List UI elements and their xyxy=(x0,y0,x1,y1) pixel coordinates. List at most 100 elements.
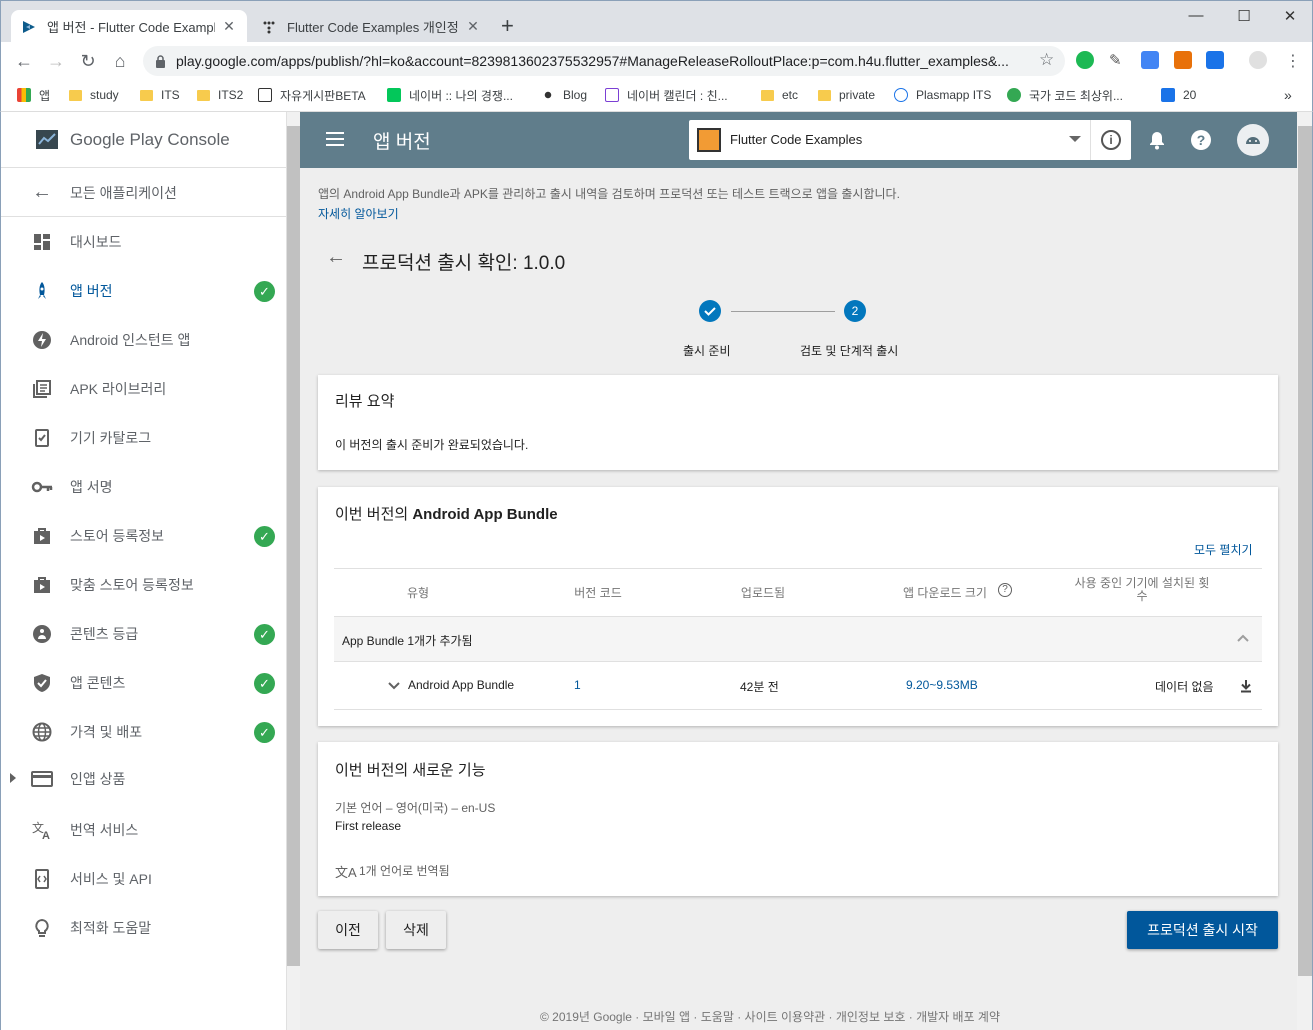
logo-text: Google Play Console xyxy=(70,129,230,149)
bookmark-its[interactable]: ITS xyxy=(140,85,180,105)
sidebar-item-1[interactable]: 대시보드 xyxy=(1,218,287,266)
delete-button[interactable]: 삭제 xyxy=(386,911,446,949)
expand-all-link[interactable]: 모두 펼치기 xyxy=(1194,541,1253,558)
sidebar-item-label: APK 라이브러리 xyxy=(70,381,167,397)
card-icon xyxy=(31,768,53,790)
forward-arrow-icon[interactable]: → xyxy=(45,50,67,72)
sidebar-item-11[interactable]: 가격 및 배포 ✓ xyxy=(1,708,287,756)
bookmark-label: private xyxy=(839,88,876,102)
back-arrow-icon[interactable]: ← xyxy=(13,50,35,72)
sidebar-item-9[interactable]: 콘텐츠 등급 ✓ xyxy=(1,610,287,658)
bookmark-blog[interactable]: Blog xyxy=(541,85,587,105)
calendar-icon xyxy=(605,88,619,102)
header-installs: 사용 중인 기기에 설치된 횟수 xyxy=(1074,576,1210,603)
hamburger-menu-icon[interactable] xyxy=(325,129,345,149)
bundle-group-row[interactable]: App Bundle 1개가 추가됨 xyxy=(334,616,1262,662)
footer-links[interactable]: © 2019년 Google · 모바일 앱 · 도움말 · 사이트 이용약관 … xyxy=(540,1008,1000,1025)
bookmark-its2[interactable]: ITS2 xyxy=(197,85,243,105)
star-icon[interactable]: ☆ xyxy=(1039,50,1054,70)
step1-check-icon xyxy=(699,300,721,322)
home-icon[interactable]: ⌂ xyxy=(109,50,131,72)
whats-new-language: 기본 언어 – 영어(미국) – en-US xyxy=(335,801,496,815)
maximize-button[interactable]: ☐ xyxy=(1234,7,1254,27)
folder-icon xyxy=(140,89,153,101)
cell-download-size[interactable]: 9.20~9.53MB xyxy=(906,678,978,692)
sidebar-item-15[interactable]: 최적화 도움말 xyxy=(1,904,287,952)
bookmark-study[interactable]: study xyxy=(69,85,119,105)
account-avatar-icon[interactable] xyxy=(1237,124,1269,156)
scrollbar-thumb[interactable] xyxy=(1298,126,1312,976)
learn-more-link[interactable]: 자세히 알아보기 xyxy=(318,205,399,222)
browser-tab[interactable]: Flutter Code Examples 개인정보 ✕ xyxy=(251,10,491,43)
browser-tab-active[interactable]: 앱 버전 - Flutter Code Examples ✕ xyxy=(11,10,247,43)
bookmark-board[interactable]: 자유게시판BETA xyxy=(258,85,366,105)
bookmark-private[interactable]: private xyxy=(818,85,875,105)
bookmark-calendar[interactable]: 네이버 캘린더 : 친... xyxy=(605,85,728,105)
extension-ex-icon[interactable] xyxy=(1174,51,1192,69)
browser-menu-icon[interactable]: ⋮ xyxy=(1284,51,1302,70)
sidebar-item-10[interactable]: 앱 콘텐츠 ✓ xyxy=(1,659,287,707)
help-circle-icon[interactable]: ? xyxy=(998,583,1012,597)
tab-strip: 앱 버전 - Flutter Code Examples ✕ Flutter C… xyxy=(0,0,1313,43)
main-scrollbar[interactable] xyxy=(1297,112,1313,1030)
chevron-up-icon[interactable] xyxy=(1236,633,1250,643)
app-selector[interactable]: Flutter Code Examples i xyxy=(689,120,1131,160)
sidebar-item-5[interactable]: 기기 카탈로그 xyxy=(1,414,287,462)
tab-close-icon[interactable]: ✕ xyxy=(221,18,237,35)
bookmark-naver[interactable]: 네이버 :: 나의 경쟁... xyxy=(387,85,513,105)
table-row[interactable]: Android App Bundle 1 42분 전 9.20~9.53MB 데… xyxy=(334,662,1262,710)
sidebar-item-14[interactable]: 서비스 및 API xyxy=(1,855,287,903)
bookmarks-overflow[interactable]: » xyxy=(1284,85,1292,105)
start-rollout-button[interactable]: 프로덕션 출시 시작 xyxy=(1127,911,1278,949)
sidebar-item-label: 가격 및 배포 xyxy=(70,724,143,740)
translate-extension-icon[interactable] xyxy=(1141,51,1159,69)
sidebar-item-4[interactable]: APK 라이브러리 xyxy=(1,365,287,413)
translate-icon: 文A xyxy=(31,819,53,841)
sidebar-item-6[interactable]: 앱 서명 xyxy=(1,463,287,511)
chevron-down-icon[interactable] xyxy=(387,681,401,691)
download-icon[interactable] xyxy=(1240,679,1252,693)
play-console-logo[interactable]: Google Play Console xyxy=(1,112,287,168)
check-circle-icon: ✓ xyxy=(254,672,275,694)
tab-close-icon[interactable]: ✕ xyxy=(465,18,481,35)
bookmark-20[interactable]: 20 xyxy=(1161,85,1196,105)
extension-video-icon[interactable] xyxy=(1206,51,1224,69)
bookmark-label: ITS xyxy=(161,88,180,102)
scrollbar-thumb[interactable] xyxy=(287,126,300,966)
bookmark-country-code[interactable]: 국가 코드 최상위... xyxy=(1007,85,1123,105)
sidebar-item-12[interactable]: 인앱 상품 xyxy=(1,755,287,803)
new-tab-button[interactable]: + xyxy=(501,13,514,39)
sidebar-scrollbar[interactable] xyxy=(287,112,300,1030)
sidebar-item-8[interactable]: 맞춤 스토어 등록정보 xyxy=(1,561,287,609)
sidebar-item-3[interactable]: Android 인스턴트 앱 xyxy=(1,316,287,364)
close-window-button[interactable]: ✕ xyxy=(1280,7,1300,27)
extension-green-icon[interactable] xyxy=(1076,51,1094,69)
cell-version-code[interactable]: 1 xyxy=(574,678,581,692)
reload-icon[interactable]: ↻ xyxy=(77,50,99,72)
step2-number: 2 xyxy=(844,300,866,322)
sidebar-item-13[interactable]: 文 A 번역 서비스 xyxy=(1,806,287,854)
help-icon[interactable]: ? xyxy=(1190,129,1212,151)
profile-avatar-icon[interactable] xyxy=(1249,51,1267,69)
bookmark-plasmapp[interactable]: Plasmapp ITS xyxy=(894,85,991,105)
sidebar-item-2[interactable]: 앱 버전 ✓ xyxy=(1,267,287,315)
all-applications-link[interactable]: ← 모든 애플리케이션 xyxy=(1,169,287,217)
translated-count: 1개 언어로 번역됨 xyxy=(359,864,450,878)
cell-installs: 데이터 없음 xyxy=(1155,680,1214,694)
notifications-bell-icon[interactable] xyxy=(1146,129,1168,151)
eyedropper-icon[interactable]: ✎ xyxy=(1109,51,1127,69)
bookmark-apps[interactable]: 앱 xyxy=(17,85,50,105)
previous-button[interactable]: 이전 xyxy=(318,911,378,949)
sidebar-item-7[interactable]: 스토어 등록정보 ✓ xyxy=(1,512,287,560)
bookmark-etc[interactable]: etc xyxy=(761,85,798,105)
back-arrow-icon[interactable]: ← xyxy=(326,246,346,269)
app-icon xyxy=(697,128,721,152)
address-bar[interactable]: play.google.com/apps/publish/?hl=ko&acco… xyxy=(143,46,1065,76)
info-icon[interactable]: i xyxy=(1101,130,1121,150)
stepper-connector xyxy=(731,311,835,312)
whats-new-card: 이번 버전의 새로운 기능 기본 언어 – 영어(미국) – en-US Fir… xyxy=(318,742,1278,896)
cell-uploaded: 42분 전 xyxy=(740,680,779,694)
minimize-button[interactable]: — xyxy=(1186,7,1206,27)
expand-arrow-icon[interactable] xyxy=(10,773,16,783)
lightbulb-icon xyxy=(31,917,53,939)
